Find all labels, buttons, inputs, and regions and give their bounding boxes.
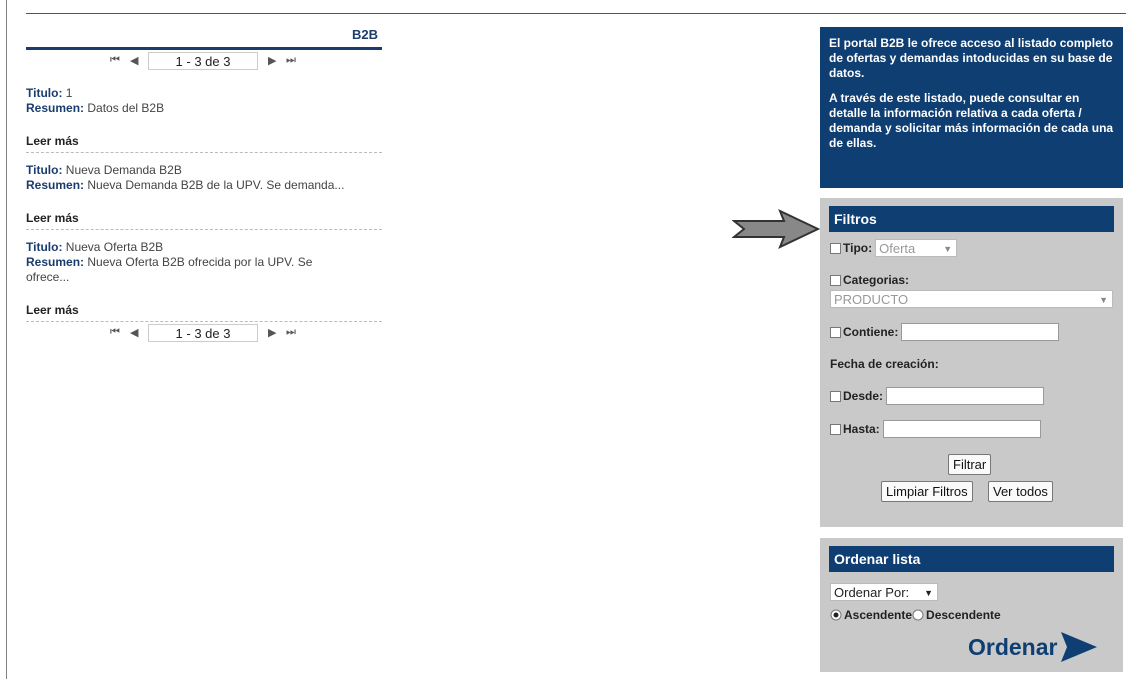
list-item: Titulo: Nueva Oferta B2B Resumen: Nueva … <box>26 240 382 285</box>
resumen-value: Nueva Demanda B2B de la UPV. Se demanda.… <box>87 178 345 192</box>
tipo-select-value: Oferta <box>879 241 916 256</box>
descendente-radio[interactable] <box>912 609 924 621</box>
chevron-down-icon: ▼ <box>924 588 933 598</box>
hasta-input[interactable] <box>882 420 1041 438</box>
contiene-checkbox[interactable] <box>830 326 841 338</box>
contiene-label: Contiene: <box>843 325 899 339</box>
categorias-row: Categorias: <box>830 273 909 287</box>
list-item: Titulo: Nueva Demanda B2B Resumen: Nueva… <box>26 163 382 193</box>
filtros-title: Filtros <box>829 206 1114 232</box>
tipo-label: Tipo: <box>843 241 873 255</box>
titulo-value: Nueva Oferta B2B <box>65 240 164 254</box>
descendente-label: Descendente <box>926 608 1001 622</box>
contiene-row: Contiene: <box>830 323 1060 341</box>
categorias-label: Categorias: <box>843 273 910 287</box>
pager-bottom: ⏮ ◀ 1 - 3 de 3 ▶ ⏭ <box>26 324 382 346</box>
leer-mas-row: Leer más <box>26 211 382 230</box>
info-box: El portal B2B le ofrece acceso al listad… <box>820 27 1123 188</box>
categorias-select-row: PRODUCTO ▼ <box>830 290 1113 308</box>
pager-status: 1 - 3 de 3 <box>148 52 258 70</box>
b2b-list: B2B ⏮ ◀ 1 - 3 de 3 ▶ ⏭ Titulo: 1 Resumen… <box>26 27 382 346</box>
info-text-1: El portal B2B le ofrece acceso al listad… <box>829 36 1114 80</box>
titulo-label: Titulo: <box>26 240 63 254</box>
order-direction-row: Ascendente Descendente <box>830 608 1001 622</box>
leer-mas-row: Leer más <box>26 134 382 153</box>
filtrar-button[interactable]: Filtrar <box>948 454 992 475</box>
desde-checkbox[interactable] <box>830 390 841 402</box>
ascendente-label: Ascendente <box>844 608 913 622</box>
categorias-select[interactable]: PRODUCTO ▼ <box>830 290 1113 308</box>
hasta-label: Hasta: <box>843 422 880 436</box>
titulo-label: Titulo: <box>26 86 63 100</box>
ascendente-radio[interactable] <box>830 609 842 621</box>
filtros-panel: Filtros Tipo: Oferta ▼ Categorias: PRODUC… <box>820 198 1123 527</box>
ordenar-select-value: Ordenar Por: <box>834 585 910 600</box>
frame-border <box>6 0 7 679</box>
categorias-checkbox[interactable] <box>830 274 841 286</box>
gray-arrow-right-icon <box>732 209 820 249</box>
prev-page-icon[interactable]: ◀ <box>130 326 138 339</box>
resumen-value: Datos del B2B <box>87 101 165 115</box>
fecha-label: Fecha de creación: <box>830 357 939 371</box>
ver-todos-button[interactable]: Ver todos <box>988 481 1053 502</box>
chevron-down-icon: ▼ <box>943 244 953 254</box>
titulo-label: Titulo: <box>26 163 63 177</box>
ordenar-panel: Ordenar lista Ordenar Por: ▼ Ascendente D… <box>820 538 1123 672</box>
leer-mas-link[interactable]: Leer más <box>26 303 79 317</box>
pager-status: 1 - 3 de 3 <box>148 324 258 342</box>
desde-input[interactable] <box>886 387 1045 405</box>
resumen-label: Resumen: <box>26 101 85 115</box>
fecha-row: Fecha de creación: <box>830 357 939 371</box>
categorias-select-value: PRODUCTO <box>834 292 909 307</box>
tipo-select[interactable]: Oferta ▼ <box>875 239 958 257</box>
list-header: B2B <box>26 27 382 50</box>
leer-mas-link[interactable]: Leer más <box>26 211 79 225</box>
ordenar-button[interactable]: Ordenar <box>968 630 1099 664</box>
list-title: B2B <box>351 27 378 42</box>
ordenar-button-label: Ordenar <box>968 633 1058 660</box>
next-page-icon[interactable]: ▶ <box>268 326 276 339</box>
pager-top: ⏮ ◀ 1 - 3 de 3 ▶ ⏭ <box>26 52 382 74</box>
limpiar-filtros-button[interactable]: Limpiar Filtros <box>881 481 973 502</box>
ordenar-select-row: Ordenar Por: ▼ <box>830 583 938 601</box>
first-page-icon[interactable]: ⏮ <box>110 54 120 67</box>
last-page-icon[interactable]: ⏭ <box>286 54 296 67</box>
tipo-checkbox[interactable] <box>830 242 841 254</box>
ordenar-title: Ordenar lista <box>829 546 1114 572</box>
tipo-row: Tipo: Oferta ▼ <box>830 239 958 257</box>
resumen-label: Resumen: <box>26 178 85 192</box>
list-item: Titulo: 1 Resumen: Datos del B2B <box>26 86 382 116</box>
prev-page-icon[interactable]: ◀ <box>130 54 138 67</box>
desde-row: Desde: <box>830 387 1045 405</box>
titulo-value: 1 <box>65 86 73 100</box>
desde-label: Desde: <box>843 389 884 403</box>
titulo-value: Nueva Demanda B2B <box>65 163 182 177</box>
ordenar-select[interactable]: Ordenar Por: ▼ <box>830 583 938 601</box>
chevron-down-icon: ▼ <box>1099 295 1108 305</box>
leer-mas-link[interactable]: Leer más <box>26 134 79 148</box>
last-page-icon[interactable]: ⏭ <box>286 326 296 339</box>
leer-mas-row: Leer más <box>26 303 382 322</box>
next-page-icon[interactable]: ▶ <box>268 54 276 67</box>
hasta-checkbox[interactable] <box>830 423 841 435</box>
hasta-row: Hasta: <box>830 420 1041 438</box>
first-page-icon[interactable]: ⏮ <box>110 326 120 339</box>
play-triangle-icon <box>1061 632 1098 662</box>
info-text-2: A través de este listado, puede consulta… <box>829 91 1114 150</box>
frame-top-line <box>26 13 1126 14</box>
contiene-input[interactable] <box>901 323 1060 341</box>
resumen-label: Resumen: <box>26 255 85 269</box>
